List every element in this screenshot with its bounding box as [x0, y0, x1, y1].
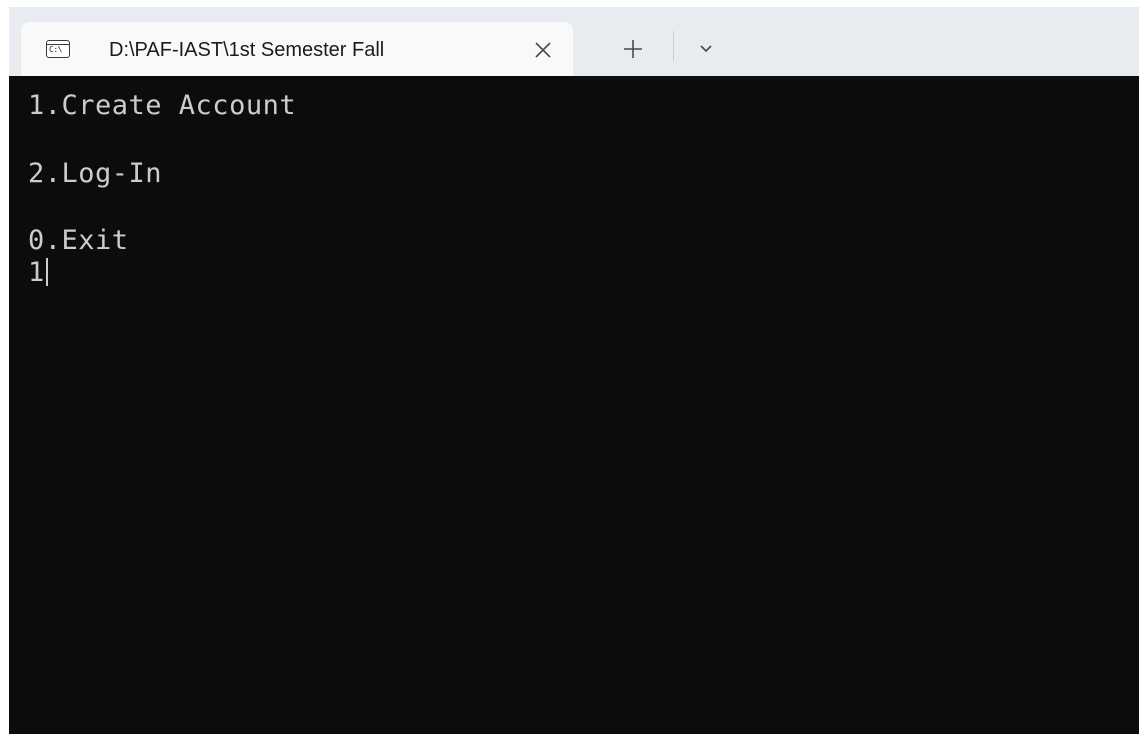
plus-icon[interactable]	[618, 34, 648, 64]
title-bar: C:\ D:\PAF-IAST\1st Semester Fall	[9, 7, 1139, 78]
console-icon: C:\	[46, 40, 70, 58]
console-input-value: 1	[28, 257, 45, 288]
console-icon-text: C:\	[49, 45, 62, 54]
titlebar-divider	[673, 31, 674, 61]
console-line-log-in: 2.Log-In	[28, 158, 163, 189]
tab-terminal[interactable]: C:\ D:\PAF-IAST\1st Semester Fall	[21, 22, 573, 78]
console-line-exit: 0.Exit	[28, 225, 129, 256]
console-output[interactable]: 1.Create Account 2.Log-In 0.Exit 1	[9, 76, 1139, 734]
console-input-line[interactable]: 1	[28, 256, 48, 290]
terminal-window: C:\ D:\PAF-IAST\1st Semester Fall 1.Crea…	[9, 7, 1139, 734]
chevron-down-icon[interactable]	[693, 35, 719, 61]
text-cursor	[45, 258, 48, 286]
tab-title: D:\PAF-IAST\1st Semester Fall	[109, 39, 385, 61]
console-line-create-account: 1.Create Account	[28, 90, 297, 121]
close-icon[interactable]	[529, 36, 557, 64]
